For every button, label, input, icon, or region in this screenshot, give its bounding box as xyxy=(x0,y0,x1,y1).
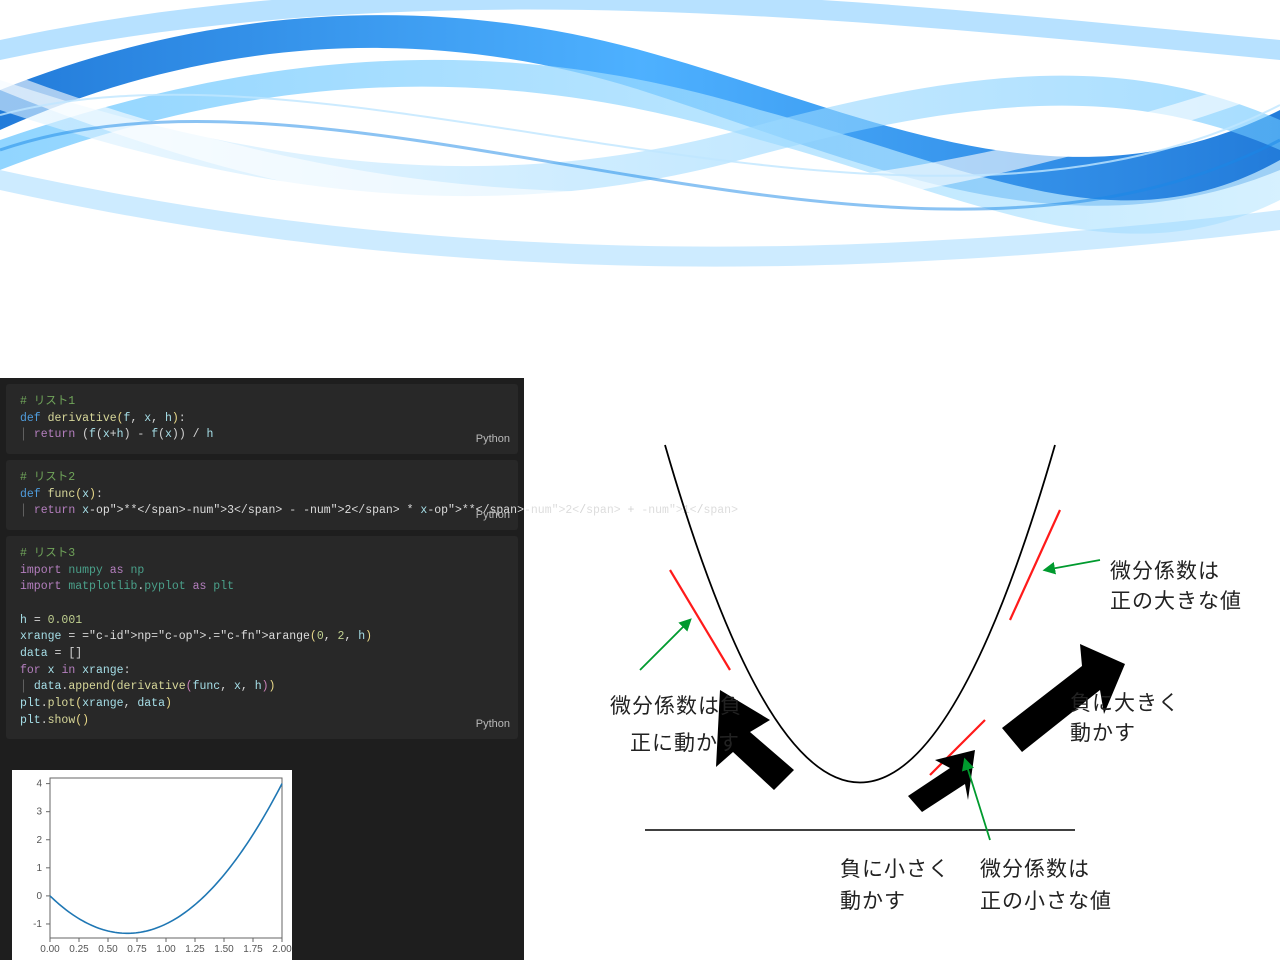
label-top-right-1: 微分係数は xyxy=(1110,560,1220,583)
label-bottom-right-2: 正の小さな値 xyxy=(980,890,1112,913)
label-left-1: 微分係数は負 xyxy=(610,695,742,718)
label-arrow-right-1: 負に大きく xyxy=(1070,692,1180,715)
label-bottom-left-1: 負に小さく xyxy=(840,858,950,881)
code-cell-2: # リスト2 def func(x): │ return x-op">**</s… xyxy=(6,460,518,530)
wave-banner xyxy=(0,0,1280,370)
svg-text:0.50: 0.50 xyxy=(98,944,118,955)
language-tag: Python xyxy=(476,432,510,448)
svg-text:1.75: 1.75 xyxy=(243,944,263,955)
gradient-diagram: 微分係数は 正の大きな値 負に大きく 動かす 微分係数は負 正に動かす 負に小さ… xyxy=(570,430,1250,940)
label-arrow-right-2: 動かす xyxy=(1070,722,1136,745)
svg-text:3: 3 xyxy=(36,807,42,818)
svg-text:0.00: 0.00 xyxy=(40,944,60,955)
svg-text:1: 1 xyxy=(36,863,42,874)
svg-text:-1: -1 xyxy=(33,919,42,930)
code-cell-3: # リスト3 import numpy as np import matplot… xyxy=(6,536,518,739)
label-bottom-right-1: 微分係数は xyxy=(980,858,1090,881)
svg-text:4: 4 xyxy=(36,779,42,790)
arrow-right-down-small-icon xyxy=(908,750,975,812)
svg-text:0.25: 0.25 xyxy=(69,944,89,955)
derivative-plot: -1 0 1 2 3 4 0.00 0.25 0.50 0.75 1.00 1.25 1.50 1.75… xyxy=(12,770,292,960)
svg-text:2: 2 xyxy=(36,835,42,846)
label-left-2: 正に動かす xyxy=(630,732,740,755)
label-top-right-2: 正の大きな値 xyxy=(1110,590,1242,613)
label-bottom-left-2: 動かす xyxy=(840,890,906,913)
code-column: # リスト1 def derivative(f, x, h): │ return… xyxy=(0,378,524,960)
svg-text:2.00: 2.00 xyxy=(272,944,292,955)
svg-text:1.00: 1.00 xyxy=(156,944,176,955)
language-tag: Python xyxy=(476,717,510,733)
svg-text:0: 0 xyxy=(36,891,42,902)
svg-text:0.75: 0.75 xyxy=(127,944,147,955)
code-cell-1: # リスト1 def derivative(f, x, h): │ return… xyxy=(6,384,518,454)
svg-text:1.50: 1.50 xyxy=(214,944,234,955)
language-tag: Python xyxy=(476,508,510,524)
svg-text:1.25: 1.25 xyxy=(185,944,205,955)
